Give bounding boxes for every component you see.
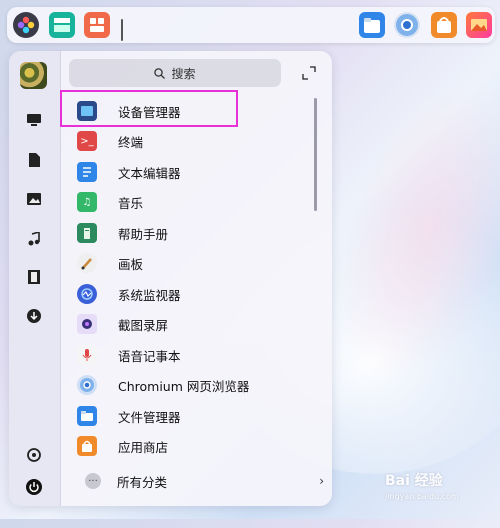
workspace-icon (90, 18, 104, 32)
user-avatar[interactable] (20, 62, 47, 89)
rail-documents[interactable] (25, 151, 43, 169)
settings-icon (27, 448, 41, 462)
app-list-scrollbar[interactable] (314, 98, 317, 211)
rail-music[interactable] (25, 230, 43, 248)
rail-settings[interactable] (25, 446, 43, 464)
highlight-box (60, 90, 238, 127)
help-manual-icon (77, 223, 97, 243)
dock-file-manager[interactable] (359, 12, 385, 38)
category-rail (9, 51, 61, 506)
chromium-icon (77, 375, 97, 395)
app-label: 音乐 (118, 195, 144, 211)
app-item-music[interactable]: ♫ 音乐 (69, 187, 319, 217)
all-categories-row[interactable]: ··· 所有分类 › (69, 466, 324, 496)
film-icon (28, 270, 40, 284)
app-label: 系统监视器 (118, 287, 181, 303)
watermark-url: jingyan.baidu.com (385, 492, 459, 501)
launcher-button[interactable] (13, 12, 39, 38)
app-item-screenshot[interactable]: 截图录屏 (69, 309, 319, 339)
search-box[interactable]: 搜索 (69, 59, 281, 87)
search-label: 搜索 (171, 66, 196, 81)
search-icon (154, 67, 166, 79)
rail-power[interactable] (25, 478, 43, 496)
app-label: Chromium 网页浏览器 (118, 378, 250, 394)
watermark: Bai 经验 jingyan.baidu.com (385, 470, 459, 501)
app-item-terminal[interactable]: >_ 终端 (69, 126, 319, 156)
download-icon (27, 309, 41, 323)
power-icon (26, 479, 42, 495)
app-item-app-store[interactable]: 应用商店 (69, 431, 319, 461)
voice-notes-icon (77, 345, 97, 365)
workspace-button[interactable] (84, 12, 110, 38)
image-icon (27, 193, 41, 205)
app-label: 文本编辑器 (118, 165, 181, 181)
app-item-system-monitor[interactable]: 系统监视器 (69, 279, 319, 309)
screenshot-icon (77, 314, 97, 334)
document-icon (28, 153, 40, 167)
app-item-voice-notes[interactable]: 语音记事本 (69, 340, 319, 370)
shopping-bag-icon (437, 17, 451, 33)
launcher-icon (17, 16, 35, 34)
app-label: 画板 (118, 256, 144, 272)
music-note-icon (28, 232, 40, 246)
picture-icon (471, 19, 487, 31)
dock-browser[interactable] (394, 12, 420, 38)
rail-computer[interactable] (25, 111, 43, 129)
multitask-view-button[interactable] (49, 12, 75, 38)
rail-downloads[interactable] (25, 307, 43, 325)
folder-icon (364, 18, 380, 33)
music-icon: ♫ (77, 192, 97, 212)
app-label: 文件管理器 (118, 409, 181, 425)
dock-separator (121, 19, 123, 41)
app-item-help-manual[interactable]: 帮助手册 (69, 218, 319, 248)
file-manager-icon (77, 406, 97, 426)
all-categories-label: 所有分类 (117, 474, 168, 490)
app-label: 语音记事本 (118, 348, 181, 364)
app-label: 帮助手册 (118, 226, 169, 242)
drawing-board-icon (77, 253, 97, 273)
chevron-right-icon: › (319, 474, 324, 488)
more-icon: ··· (85, 473, 101, 489)
chromium-icon (396, 14, 418, 36)
multitask-icon (54, 18, 70, 32)
app-item-text-editor[interactable]: 文本编辑器 (69, 157, 319, 187)
dock-app-store[interactable] (431, 12, 457, 38)
terminal-icon: >_ (77, 131, 97, 151)
fullscreen-toggle[interactable] (301, 65, 317, 81)
dock-image-viewer[interactable] (466, 12, 492, 38)
system-monitor-icon (77, 284, 97, 304)
app-store-icon (77, 436, 97, 456)
app-item-drawing-board[interactable]: 画板 (69, 248, 319, 278)
watermark-text: Bai 经验 (385, 473, 443, 489)
rail-videos[interactable] (25, 268, 43, 286)
text-editor-icon (77, 162, 97, 182)
app-item-chromium[interactable]: Chromium 网页浏览器 (69, 370, 319, 400)
app-label: 应用商店 (118, 439, 169, 455)
monitor-icon (27, 114, 41, 126)
app-label: 终端 (118, 134, 144, 150)
top-dock (7, 7, 495, 43)
expand-icon (302, 66, 316, 80)
app-label: 截图录屏 (118, 317, 169, 333)
app-item-file-manager[interactable]: 文件管理器 (69, 401, 319, 431)
rail-pictures[interactable] (25, 190, 43, 208)
